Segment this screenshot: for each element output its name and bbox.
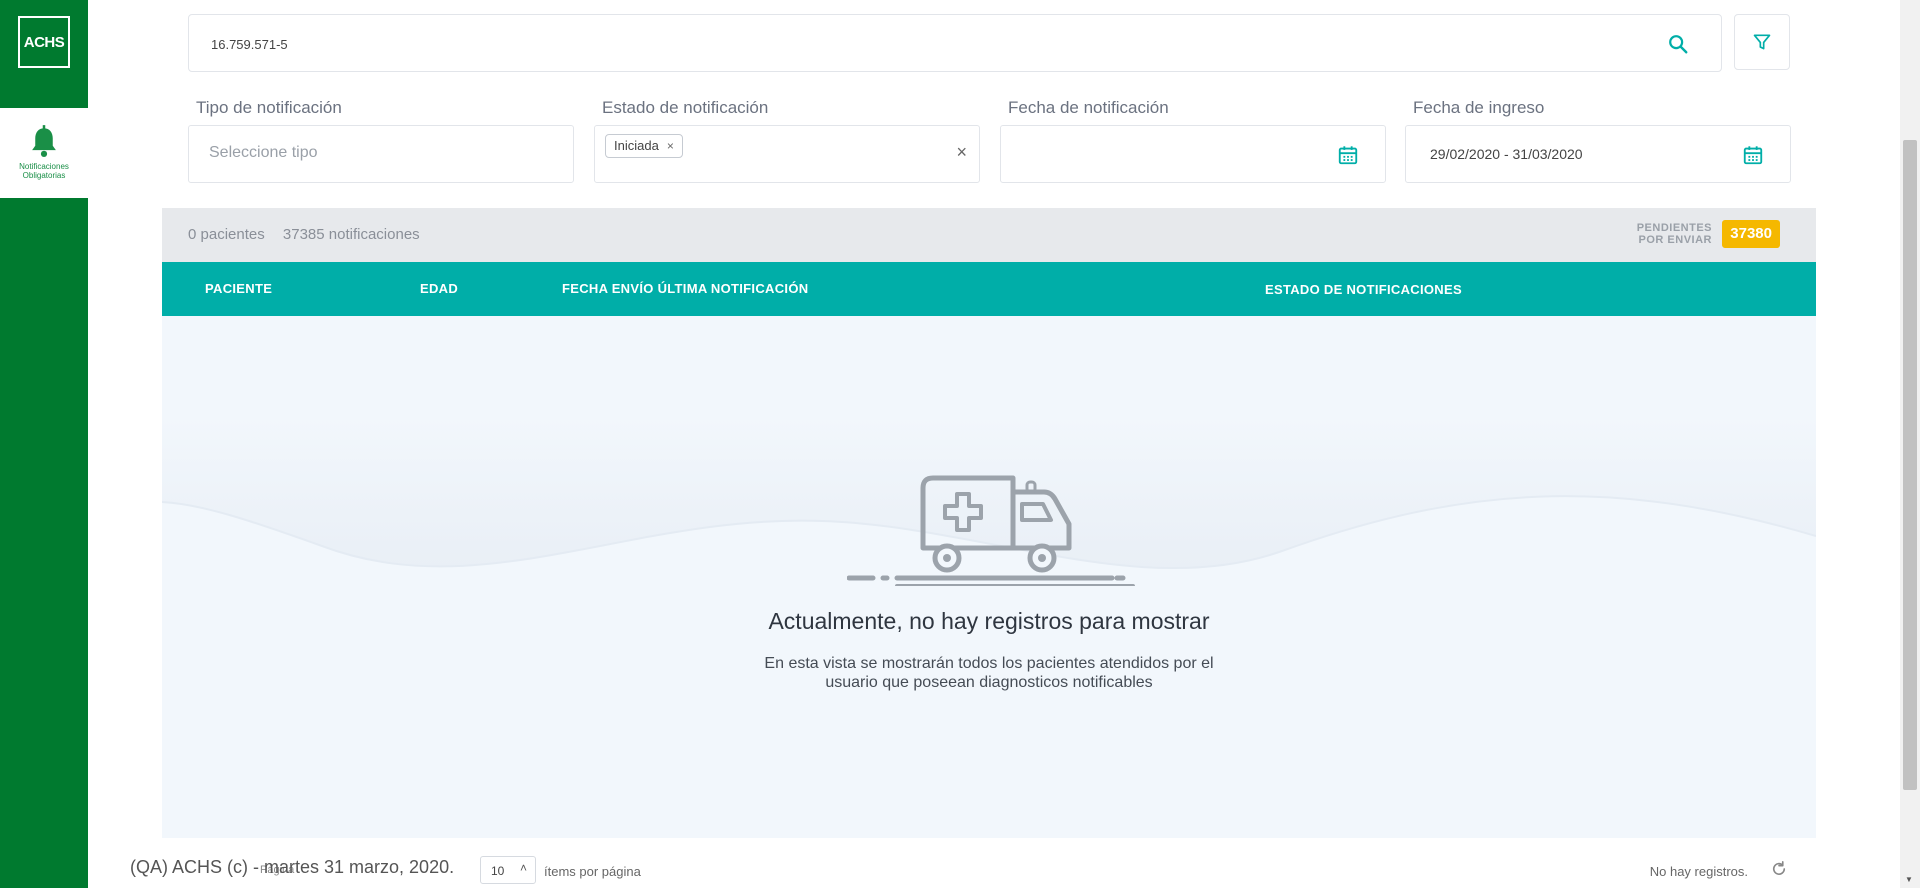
no-registros-label: No hay registros. xyxy=(1649,864,1748,879)
calendar-icon[interactable] xyxy=(1337,144,1359,166)
scrollbar-thumb[interactable] xyxy=(1903,140,1917,790)
table-header: PACIENTE EDAD FECHA ENVÍO ÚLTIMA NOTIFIC… xyxy=(162,262,1816,316)
chevron-up-icon: ˄ xyxy=(519,861,527,875)
sidebar-item-label: Notificaciones Obligatorias xyxy=(19,162,69,180)
tipo-select[interactable]: Seleccione tipo xyxy=(188,125,574,183)
filter-icon xyxy=(1753,34,1771,50)
main-content: 16.759.571-5 Tipo de notificación Selecc… xyxy=(160,0,1818,888)
chip-remove-icon[interactable]: × xyxy=(667,139,674,153)
fecha-ingreso-label: Fecha de ingreso xyxy=(1413,98,1545,117)
tipo-label: Tipo de notificación xyxy=(196,98,342,117)
pendientes-label: PENDIENTES POR ENVIAR xyxy=(1636,222,1712,246)
page-size-select[interactable]: 10 ˄ xyxy=(480,856,536,884)
per-page-label: ítems por página xyxy=(544,864,641,879)
estado-chip[interactable]: Iniciada × xyxy=(605,134,683,158)
calendar-icon[interactable] xyxy=(1742,144,1764,166)
sidebar-item-notificaciones[interactable]: Notificaciones Obligatorias xyxy=(0,108,88,198)
tipo-placeholder: Seleccione tipo xyxy=(209,144,318,161)
search-icon[interactable] xyxy=(1667,33,1689,55)
notificaciones-count: 37385 notificaciones xyxy=(282,226,420,243)
stats-summary: 0 pacientes 37385 notificaciones xyxy=(188,226,420,243)
fecha-notificacion-label: Fecha de notificación xyxy=(1008,98,1169,117)
pacientes-count: 0 pacientes xyxy=(188,226,265,243)
pendientes-badge: 37380 xyxy=(1722,220,1780,248)
search-input[interactable]: 16.759.571-5 xyxy=(188,14,1722,72)
sidebar: ACHS Notificaciones Obligatorias xyxy=(0,0,88,888)
fecha-ingreso-field[interactable]: 29/02/2020 - 31/03/2020 xyxy=(1405,125,1791,183)
achs-logo[interactable]: ACHS xyxy=(18,16,70,68)
search-value: 16.759.571-5 xyxy=(211,37,288,52)
col-estado[interactable]: ESTADO DE NOTIFICACIONES xyxy=(1265,282,1462,297)
fecha-ingreso-value: 29/02/2020 - 31/03/2020 xyxy=(1430,146,1583,162)
ambulance-icon xyxy=(847,475,1135,586)
clear-icon[interactable]: × xyxy=(956,142,967,163)
col-edad[interactable]: EDAD xyxy=(420,281,458,296)
empty-description: En esta vista se mostrarán todos los pac… xyxy=(764,655,1214,691)
scrollbar[interactable]: ▼ xyxy=(1900,0,1920,888)
empty-state: Actualmente, no hay registros para mostr… xyxy=(162,316,1816,838)
empty-title: Actualmente, no hay registros para mostr… xyxy=(768,608,1210,634)
copyright-text: (QA) ACHS (c) - martes 31 marzo, 2020. xyxy=(130,857,455,877)
estado-select[interactable]: Iniciada × × xyxy=(594,125,980,183)
filter-button[interactable] xyxy=(1734,14,1790,70)
fecha-notificacion-field[interactable] xyxy=(1000,125,1386,183)
logo-area: ACHS xyxy=(0,0,88,108)
col-fecha-envio[interactable]: FECHA ENVÍO ÚLTIMA NOTIFICACIÓN xyxy=(562,281,808,296)
col-paciente[interactable]: PACIENTE xyxy=(205,281,272,296)
bell-icon xyxy=(32,125,56,157)
scroll-down-icon[interactable]: ▼ xyxy=(1905,875,1913,884)
refresh-icon[interactable] xyxy=(1770,860,1788,878)
stats-bar: 0 pacientes 37385 notificaciones PENDIEN… xyxy=(162,208,1816,262)
estado-label: Estado de notificación xyxy=(602,98,769,117)
